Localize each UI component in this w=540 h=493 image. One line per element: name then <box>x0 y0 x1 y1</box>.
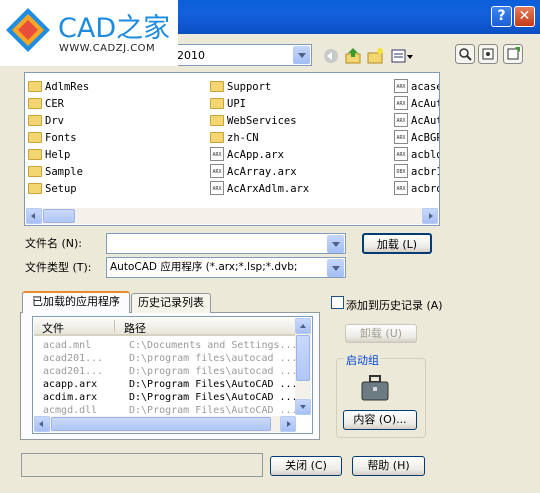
list-item[interactable]: ARX AcArxAdlm.arx <box>210 181 309 197</box>
list-item[interactable]: Support <box>210 79 271 95</box>
list-item[interactable]: ARX AcArray.arx <box>210 164 297 180</box>
arx-file-icon: ARX <box>210 164 224 178</box>
arx-file-icon: ARX <box>394 181 408 195</box>
up-folder-icon[interactable] <box>344 47 362 65</box>
scroll-left-icon[interactable] <box>34 416 50 432</box>
scroll-thumb[interactable] <box>51 417 271 431</box>
list-item[interactable]: ARX AcApp.arx <box>210 147 284 163</box>
list-item[interactable]: ARX AcAut <box>394 96 439 112</box>
scroll-thumb[interactable] <box>43 209 75 223</box>
logo-title: CAD之家 <box>58 13 171 44</box>
contents-button[interactable]: 内容 (O)... <box>343 410 417 430</box>
tab-loaded-apps[interactable]: 已加载的应用程序 <box>22 291 130 313</box>
list-item[interactable]: WebServices <box>210 113 297 129</box>
arx-file-icon: ARX <box>394 96 408 110</box>
load-button[interactable]: 加载 (L) <box>362 233 432 254</box>
list-item[interactable]: Drv <box>28 113 64 129</box>
chevron-down-icon[interactable] <box>327 259 344 277</box>
scroll-down-icon[interactable] <box>295 399 311 415</box>
scroll-right-icon[interactable] <box>422 208 438 224</box>
filetype-select[interactable]: AutoCAD 应用程序 (*.arx;*.lsp;*.dvb; <box>106 257 346 278</box>
arx-file-icon: ARX <box>394 79 408 93</box>
loaded-apps-list[interactable]: 文件 路径 acad.mnl C:\Documents and Settings.… <box>32 316 313 434</box>
arx-file-icon: ARX <box>210 147 224 161</box>
scroll-right-icon[interactable] <box>280 416 296 432</box>
add-history-label: 添加到历史记录 (A) <box>346 299 443 312</box>
list-item[interactable]: AdlmRes <box>28 79 89 95</box>
folder-icon <box>28 80 42 92</box>
unload-button[interactable]: 卸载 (U) <box>345 324 417 343</box>
folder-icon <box>210 97 224 109</box>
folder-icon <box>28 182 42 194</box>
column-header-path[interactable]: 路径 <box>124 320 146 336</box>
close-button[interactable]: 关闭 (C) <box>270 456 342 476</box>
folder-icon <box>28 131 42 143</box>
add-favorites-icon[interactable] <box>503 44 523 64</box>
scroll-up-icon[interactable] <box>295 318 311 334</box>
list-item[interactable]: DBX acbr1 <box>394 164 439 180</box>
folder-icon <box>28 97 42 109</box>
list-item[interactable]: Help <box>28 147 70 163</box>
arx-file-icon: ARX <box>210 181 224 195</box>
folder-icon <box>28 165 42 177</box>
filetype-label: 文件类型 (T): <box>25 261 92 274</box>
status-field <box>21 453 263 477</box>
back-icon[interactable] <box>322 47 340 65</box>
arx-file-icon: ARX <box>394 147 408 161</box>
dbx-file-icon: DBX <box>394 164 408 178</box>
help-button[interactable]: 帮助 (H) <box>352 456 425 476</box>
list-item[interactable]: ARX AcBGP <box>394 130 439 146</box>
close-title-button[interactable]: ✕ <box>514 6 535 27</box>
startup-group-title: 启动组 <box>344 352 381 368</box>
filename-field[interactable] <box>106 233 346 254</box>
list-item[interactable]: UPI <box>210 96 246 112</box>
folder-icon <box>210 80 224 92</box>
list-item[interactable]: ARX AcAut <box>394 113 439 129</box>
new-folder-icon[interactable] <box>366 47 384 65</box>
locate-icon[interactable] <box>478 44 498 64</box>
arx-file-icon: ARX <box>394 113 408 127</box>
file-list-hscrollbar[interactable] <box>26 208 438 224</box>
list-item[interactable]: ARX acbro <box>394 181 439 197</box>
scroll-thumb[interactable] <box>296 335 310 381</box>
folder-icon <box>210 131 224 143</box>
loaded-list-vscrollbar[interactable] <box>295 318 311 415</box>
logo-badge-icon <box>6 8 50 52</box>
look-in-value: 2010 <box>177 49 205 62</box>
chevron-down-icon[interactable] <box>293 46 310 64</box>
logo-url: WWW.CADZJ.COM <box>59 43 156 54</box>
add-history-checkbox[interactable] <box>331 296 344 309</box>
look-in-combo[interactable]: 2010 <box>170 44 312 66</box>
views-icon[interactable] <box>390 47 414 65</box>
find-icon[interactable] <box>455 44 475 64</box>
list-header: 文件 路径 <box>34 318 296 336</box>
cadzj-logo: CAD之家 WWW.CADZJ.COM <box>0 0 178 66</box>
load-application-dialog: ? ✕ CAD之家 WWW.CADZJ.COM 2010 AdlmRes CER… <box>0 0 540 493</box>
tab-history[interactable]: 历史记录列表 <box>131 293 211 313</box>
column-header-file[interactable]: 文件 <box>42 320 64 336</box>
scroll-left-icon[interactable] <box>26 208 42 224</box>
briefcase-icon <box>361 375 389 401</box>
list-item[interactable]: zh-CN <box>210 130 259 146</box>
list-item[interactable]: Fonts <box>28 130 77 146</box>
list-item[interactable]: ARX acase <box>394 79 439 95</box>
list-item[interactable]: ARX acblo <box>394 147 439 163</box>
filename-label: 文件名 (N): <box>25 237 83 250</box>
loaded-list-hscrollbar[interactable] <box>34 416 296 432</box>
list-item[interactable]: CER <box>28 96 64 112</box>
folder-icon <box>28 148 42 160</box>
help-title-button[interactable]: ? <box>491 6 512 27</box>
list-item[interactable]: Setup <box>28 181 77 197</box>
file-list[interactable]: AdlmRes CER Drv Fonts Help Sample Setup … <box>24 72 440 226</box>
arx-file-icon: ARX <box>394 130 408 144</box>
list-item[interactable]: Sample <box>28 164 83 180</box>
folder-icon <box>210 114 224 126</box>
folder-icon <box>28 114 42 126</box>
chevron-down-icon[interactable] <box>327 235 344 253</box>
